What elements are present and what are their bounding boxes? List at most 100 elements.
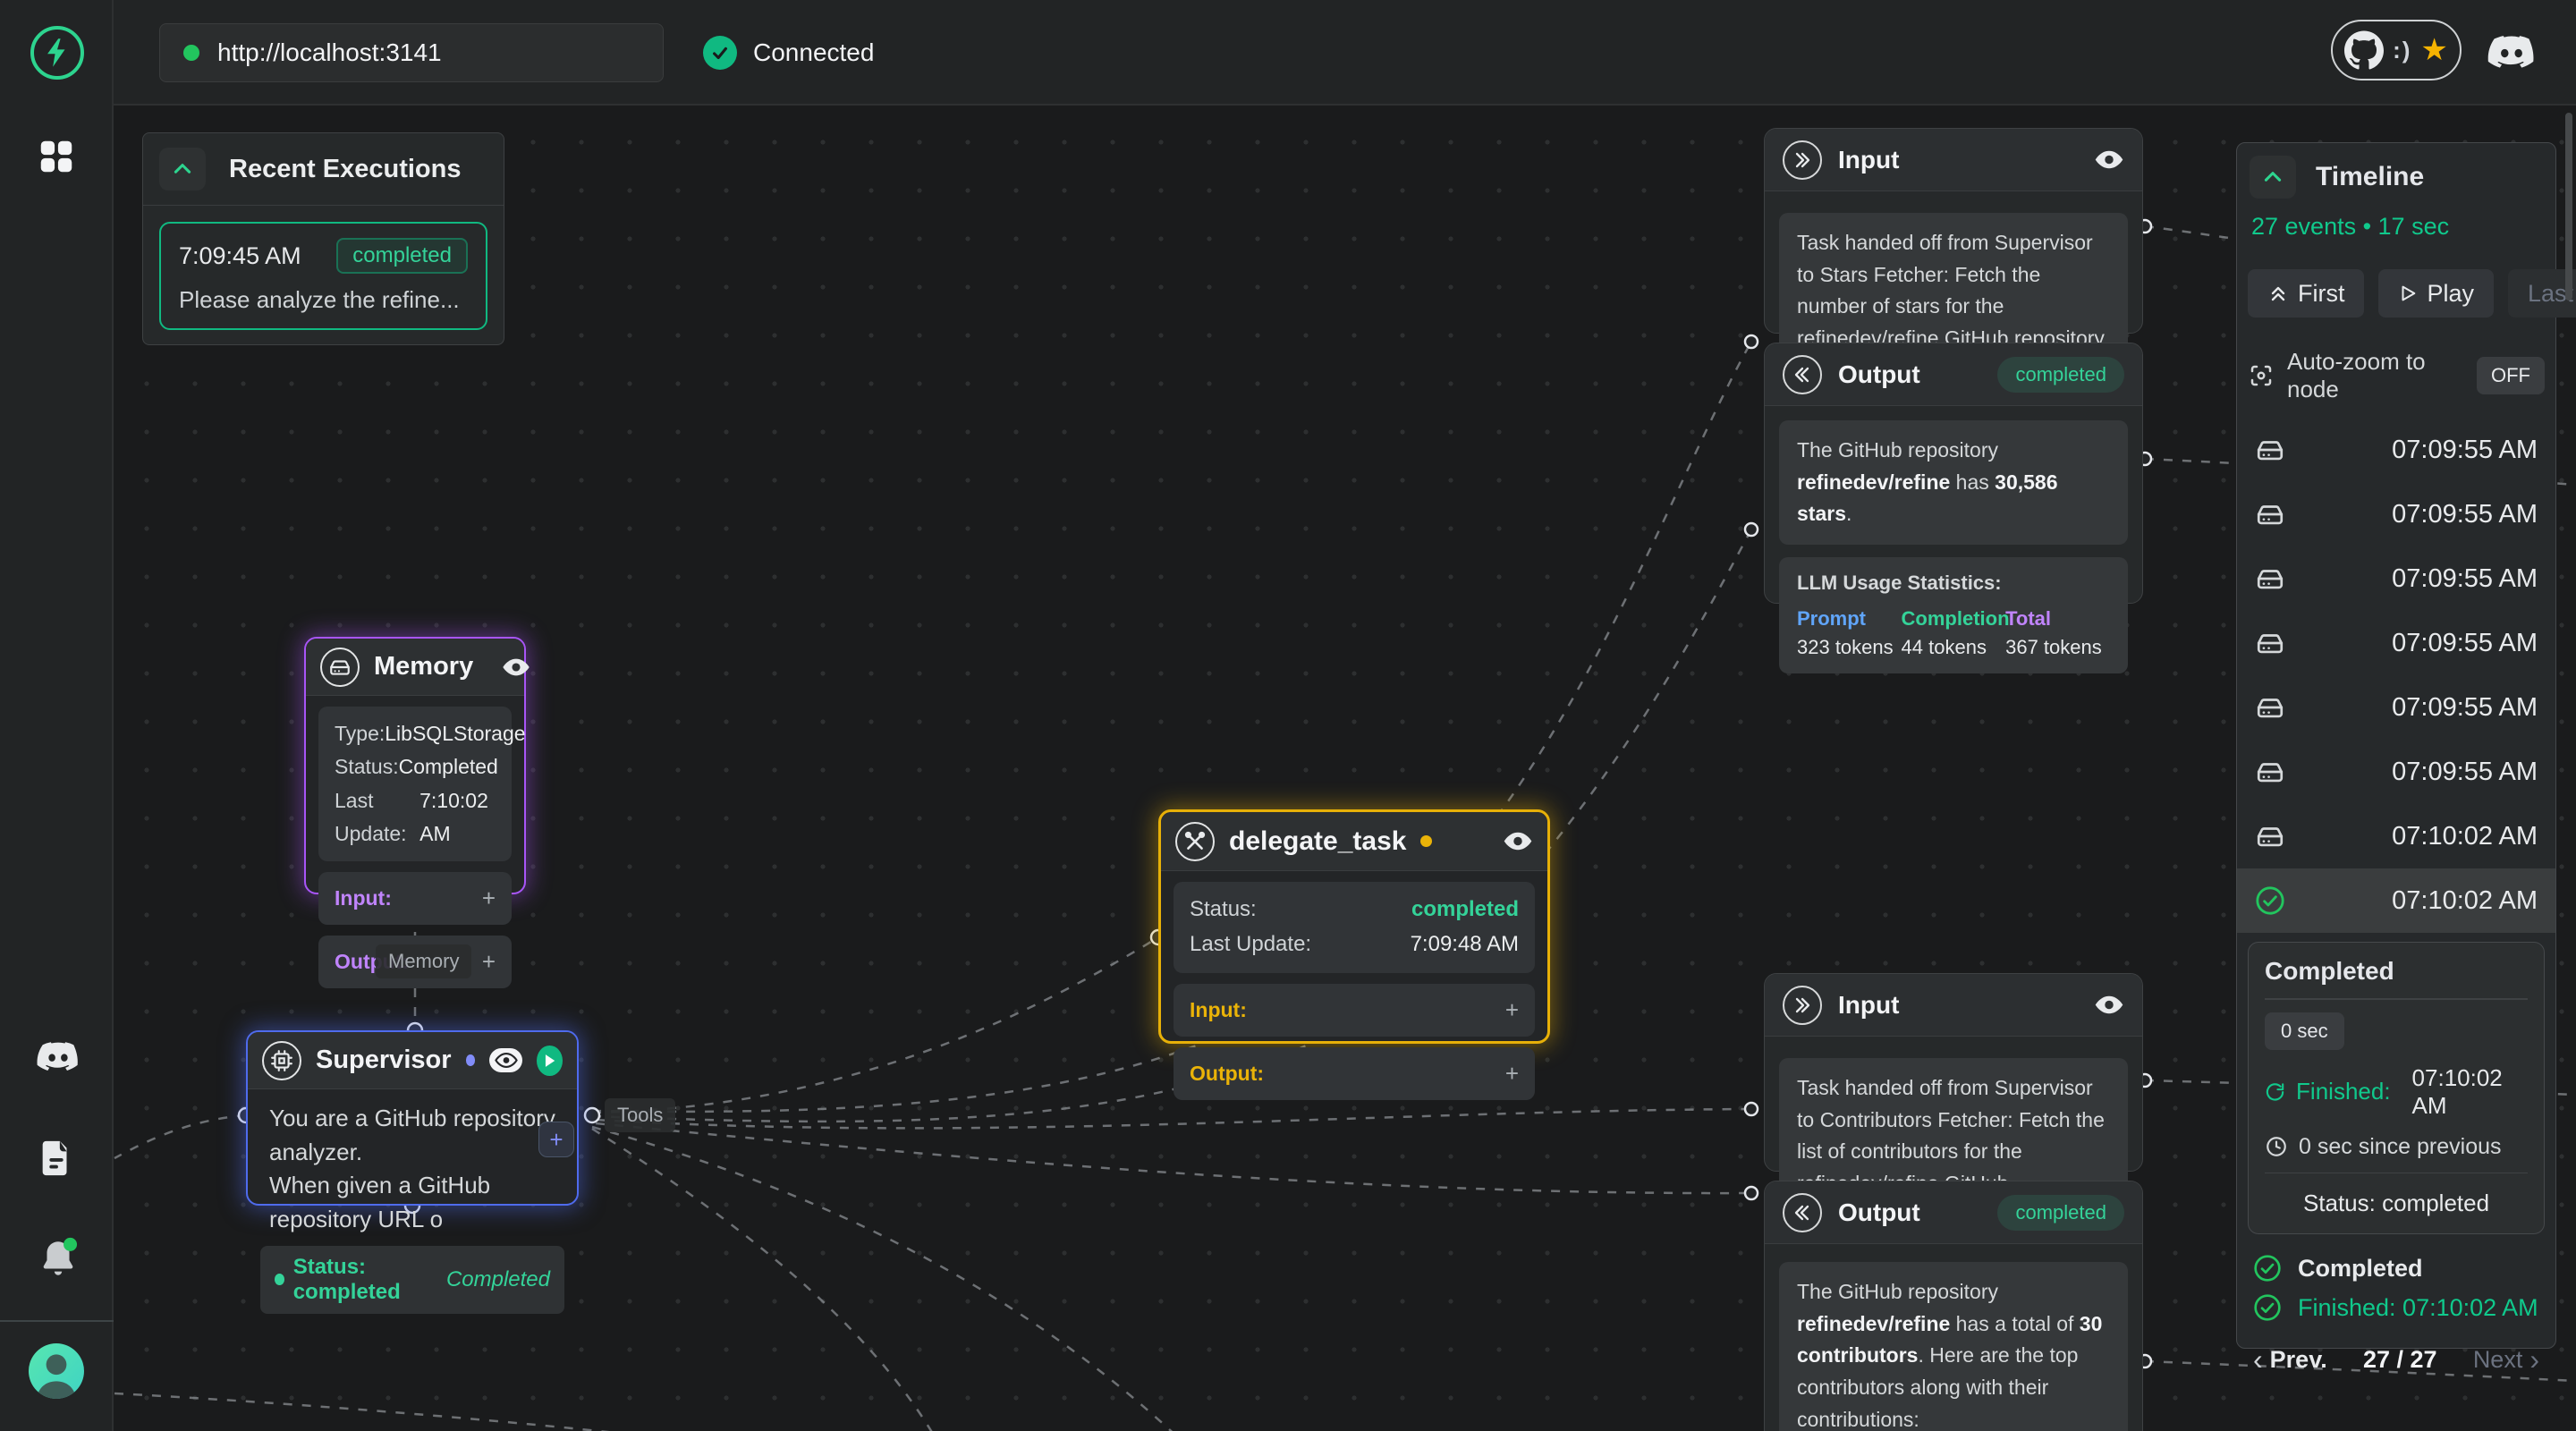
delegate-task-node[interactable]: delegate_task Status:completed Last Upda… (1158, 809, 1550, 1044)
timeline-play-button[interactable]: Play (2378, 269, 2494, 318)
timeline-event-row-selected[interactable]: 07:10:02 AM (2237, 868, 2555, 933)
github-star-button[interactable]: :) ★ (2331, 20, 2462, 80)
server-url-input[interactable]: http://localhost:3141 (159, 23, 664, 82)
input-panel-header: Input (1765, 974, 2142, 1037)
input-panel-title: Input (1838, 991, 1899, 1020)
event-status-text: Status: completed (2265, 1186, 2528, 1219)
collapse-recent-button[interactable] (159, 148, 206, 191)
chevrons-right-icon (1783, 140, 1822, 180)
llm-total-stat: Total367 tokens (2005, 607, 2110, 659)
memory-status-label: Status: (335, 750, 399, 783)
timeline-event-row[interactable]: 07:10:02 AM (2237, 804, 2555, 868)
storage-icon (320, 648, 360, 687)
memory-event-icon (2255, 821, 2285, 851)
delegate-update-label: Last Update: (1190, 927, 1311, 962)
memory-input-label: Input: (335, 886, 392, 910)
discord-link-button[interactable] (2487, 29, 2537, 79)
output-panel-header: Output completed (1765, 1181, 2142, 1244)
delegate-input-label: Input: (1190, 998, 1247, 1022)
timeline-event-row[interactable]: 07:09:55 AM (2237, 482, 2555, 546)
expand-plus-icon: + (1505, 1060, 1519, 1088)
memory-event-icon (2255, 563, 2285, 594)
memory-input-expander[interactable]: Input: + (318, 872, 512, 925)
supervisor-run-button[interactable] (537, 1046, 563, 1076)
execution-item[interactable]: 7:09:45 AM completed Please analyze the … (159, 222, 487, 330)
discord-icon (2487, 29, 2537, 79)
memory-eye-toggle[interactable] (502, 656, 530, 678)
prev-chevron-icon[interactable]: ‹ (2253, 1345, 2263, 1374)
supervisor-node[interactable]: Supervisor You are a GitHub repository a… (246, 1030, 579, 1206)
timeline-event-row[interactable]: 07:09:55 AM (2237, 546, 2555, 611)
left-sidebar (0, 0, 114, 1431)
person-icon (29, 1343, 84, 1399)
sidebar-docs-button[interactable] (36, 1138, 77, 1179)
focus-icon (2248, 362, 2275, 389)
discord-icon (36, 1036, 80, 1080)
footer-finished-label: Finished: 07:10:02 AM (2298, 1294, 2538, 1322)
app-logo-button[interactable] (30, 26, 84, 80)
delegate-output-expander[interactable]: Output: + (1174, 1047, 1535, 1100)
canvas-scrollbar[interactable] (2565, 113, 2572, 301)
memory-update-label: Last Update: (335, 784, 419, 851)
github-icon (2344, 30, 2384, 70)
delegate-input-expander[interactable]: Input: + (1174, 984, 1535, 1037)
input-eye-toggle[interactable] (2094, 148, 2124, 171)
memory-update-value: 7:10:02 AM (419, 784, 496, 851)
delegate-dot-icon (1420, 835, 1432, 847)
supervisor-eye-toggle[interactable] (489, 1048, 522, 1072)
sidebar-notifications-button[interactable] (36, 1236, 80, 1281)
llm-usage-card: LLM Usage Statistics: Prompt323 tokens C… (1779, 557, 2128, 673)
contributors-output-panel: Output completed The GitHub repository r… (1764, 1181, 2143, 1431)
event-counter: 27 / 27 (2361, 1346, 2439, 1374)
timeline-event-row[interactable]: 07:09:55 AM (2237, 740, 2555, 804)
timeline-panel: Timeline 27 events • 17 sec First Play L… (2236, 142, 2556, 1349)
chevron-up-icon (2261, 165, 2284, 189)
memory-node[interactable]: Memory Type:LibSQLStorage Status:Complet… (304, 637, 526, 894)
supervisor-node-header: Supervisor (248, 1032, 577, 1089)
memory-node-title: Memory (374, 652, 473, 682)
next-button[interactable]: Next (2473, 1346, 2523, 1374)
timeline-first-button[interactable]: First (2248, 269, 2364, 318)
delegate-eye-toggle[interactable] (1503, 830, 1533, 852)
user-avatar[interactable] (29, 1343, 84, 1399)
timeline-footer-finished: Finished: 07:10:02 AM (2237, 1293, 2555, 1333)
autozoom-state-badge: OFF (2477, 357, 2545, 394)
supervisor-node-title: Supervisor (316, 1046, 452, 1075)
sidebar-grid-menu-button[interactable] (36, 136, 77, 177)
contributors-input-panel: Input Task handed off from Supervisor to… (1764, 973, 2143, 1172)
supervisor-status-value: Completed (446, 1267, 550, 1292)
expand-plus-icon: + (482, 948, 496, 976)
connection-status: Connected (703, 23, 874, 82)
sidebar-discord-button[interactable] (36, 1036, 80, 1080)
server-url: http://localhost:3141 (217, 38, 442, 67)
timeline-event-row[interactable]: 07:09:55 AM (2237, 418, 2555, 482)
next-chevron-icon[interactable]: › (2529, 1345, 2539, 1374)
delegate-status-value: completed (1411, 893, 1519, 927)
event-detail-card: Completed 0 sec Finished: 07:10:02 AM 0 … (2248, 942, 2545, 1234)
timeline-event-row[interactable]: 07:09:55 AM (2237, 611, 2555, 675)
supervisor-prompt-expand-button[interactable]: + (538, 1122, 574, 1157)
memory-event-icon (2255, 757, 2285, 787)
output-panel-header: Output completed (1765, 343, 2142, 406)
output-message: The GitHub repository refinedev/refine h… (1779, 1262, 2128, 1431)
execution-preview: Please analyze the refine... (179, 286, 468, 314)
timeline-event-row[interactable]: 07:09:55 AM (2237, 675, 2555, 740)
lightning-icon (44, 38, 71, 68)
timeline-summary: 27 events • 17 sec (2251, 213, 2541, 241)
supervisor-status-label: Status: completed (293, 1255, 446, 1305)
github-smiley-label: :) (2393, 37, 2411, 64)
output-message: The GitHub repository refinedev/refine h… (1779, 420, 2128, 545)
grid-icon (36, 136, 77, 177)
llm-completion-stat: Completion44 tokens (1902, 607, 2006, 659)
supervisor-dot-icon (466, 1054, 476, 1066)
autozoom-toggle-row[interactable]: Auto-zoom to node OFF (2237, 334, 2555, 418)
chevrons-left-icon (1783, 1193, 1822, 1232)
prev-button[interactable]: Prev. (2270, 1346, 2327, 1374)
memory-type-label: Type: (335, 717, 385, 750)
tools-icon (1175, 822, 1215, 861)
execution-status-badge: completed (336, 238, 468, 274)
timeline-footer-completed: Completed (2237, 1243, 2555, 1293)
input-eye-toggle[interactable] (2094, 994, 2124, 1016)
collapse-timeline-button[interactable] (2250, 156, 2296, 199)
notification-dot-icon (64, 1238, 77, 1251)
